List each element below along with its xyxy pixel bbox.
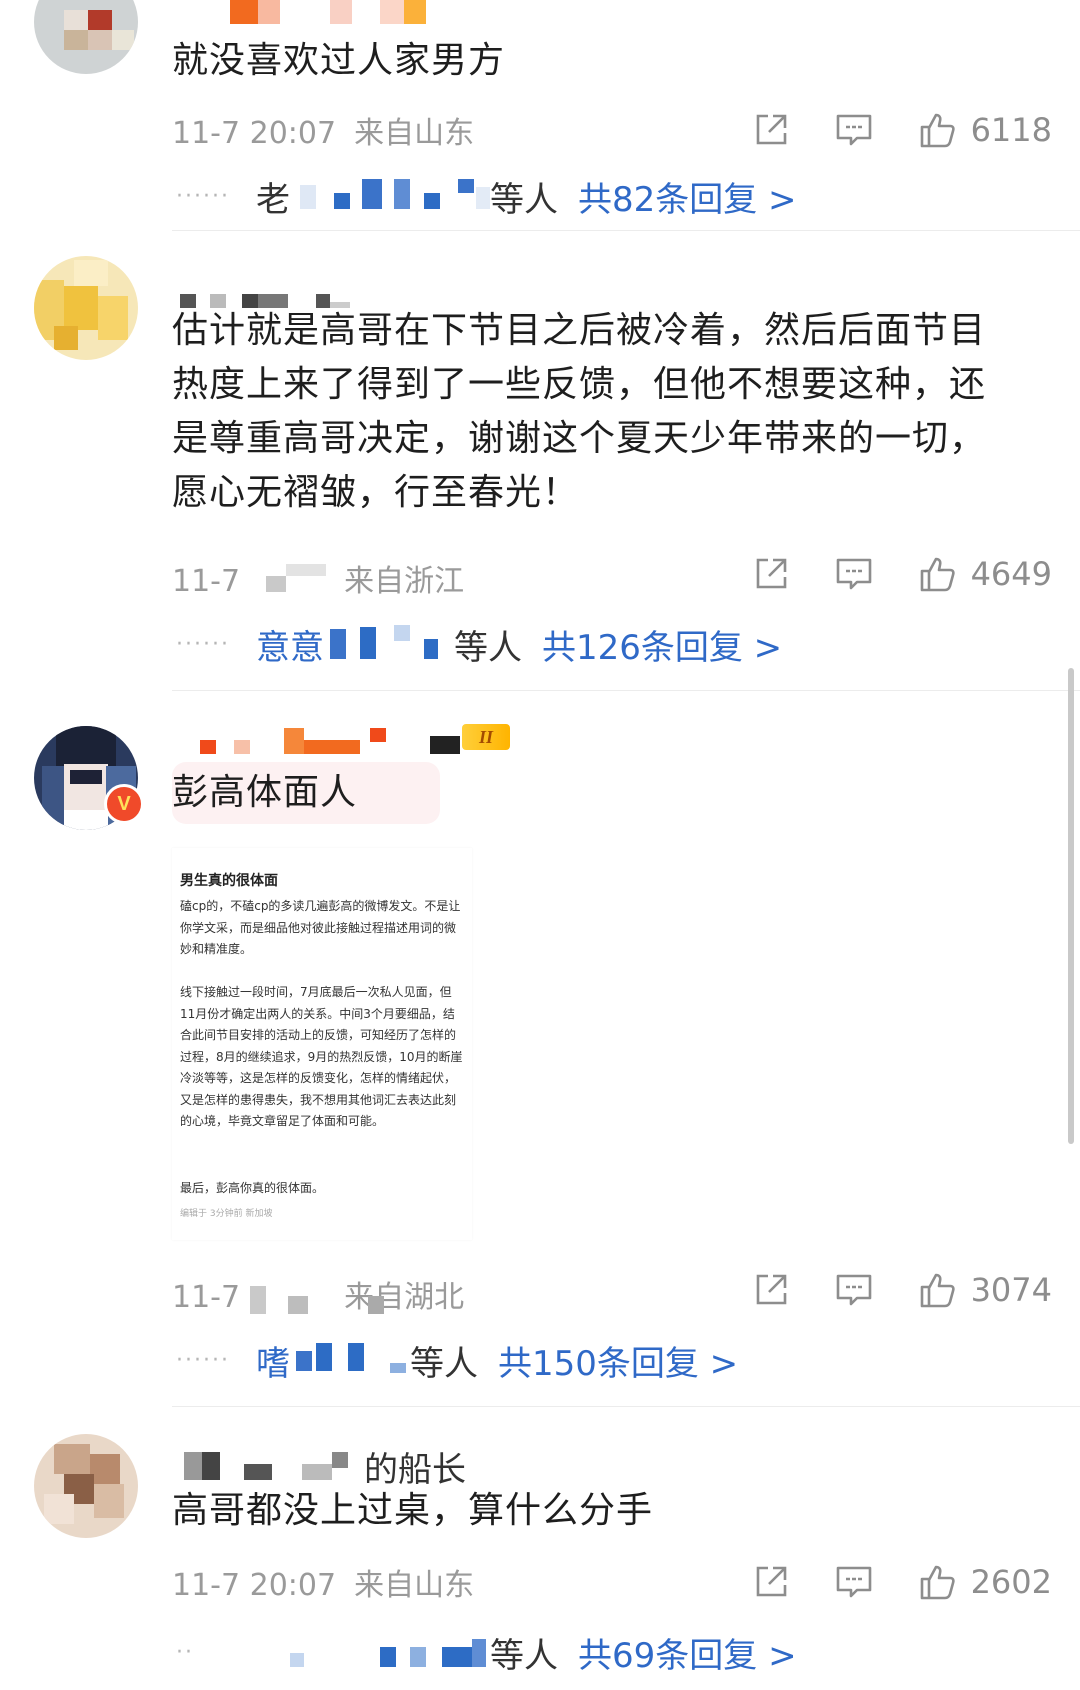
share-button[interactable] (753, 1272, 789, 1308)
reply-user-prefix: 嗜 (255, 1344, 290, 1384)
more-dots: ······ (176, 1348, 230, 1373)
avatar[interactable] (34, 1434, 138, 1538)
divider (172, 230, 1080, 231)
like-button[interactable]: 2602 (919, 1563, 1052, 1601)
reply-button[interactable] (835, 1564, 873, 1600)
comment-icon (836, 1274, 871, 1306)
reply-users-suffix: 等人 (489, 180, 558, 220)
avatar[interactable] (34, 256, 138, 360)
comment-time: 11-7 (172, 1280, 241, 1315)
replies-preview[interactable]: ······ 老 等人 共82条回复 > (176, 172, 797, 221)
view-replies-link[interactable]: 共150条回复 > (498, 1336, 738, 1385)
comment-text: 高哥都没上过桌，算什么分手 (172, 1490, 654, 1531)
comment-icon (836, 558, 871, 590)
reply-user-prefix: 老 (255, 180, 290, 220)
share-button[interactable] (753, 1564, 789, 1600)
like-count: 6118 (970, 111, 1052, 149)
image-paragraph: 线下接触过一段时间，7月底最后一次私人见面，但11月份才确定出两人的关系。中间3… (180, 985, 463, 1128)
like-count: 4649 (970, 555, 1052, 593)
comment-actions: 2602 (707, 1560, 1052, 1604)
view-replies-link[interactable]: 共82条回复 > (578, 172, 797, 221)
comment-icon (836, 1566, 871, 1598)
scrollbar[interactable] (1068, 668, 1074, 1144)
more-dots: ·· (176, 1640, 194, 1665)
image-edited-note: 编辑于 3分钟前 新加坡 (180, 1209, 273, 1219)
reply-button[interactable] (835, 1272, 873, 1308)
comment-icon (836, 114, 871, 146)
divider (172, 690, 1080, 691)
more-dots: ······ (176, 632, 230, 657)
reply-users-redacted (220, 1633, 490, 1673)
share-icon (756, 1566, 786, 1597)
comment-time: 11-7 20:07 (172, 1568, 337, 1603)
reply-button[interactable] (835, 112, 873, 148)
like-button[interactable]: 3074 (919, 1271, 1052, 1309)
like-count: 3074 (970, 1271, 1052, 1309)
share-icon (756, 114, 786, 145)
reply-button[interactable] (835, 556, 873, 592)
username-redacted[interactable] (184, 1448, 364, 1482)
verified-badge: V (104, 784, 144, 824)
reply-users-redacted (290, 1341, 410, 1381)
reply-users-redacted (324, 624, 454, 665)
comment-text: 估计就是高哥在下节目之后被冷着，然后后面节目热度上来了得到了一些反馈，但他不想要… (172, 310, 987, 513)
comment-location: 来自浙江 (344, 564, 465, 599)
thumbs-up-icon (920, 1565, 955, 1600)
comment-actions: 3074 (707, 1268, 1052, 1312)
comment-image[interactable]: 男生真的很体面 磕cp的，不磕cp的多读几遍彭高的微博发文。不是让你学文采，而是… (172, 848, 472, 1240)
view-replies-link[interactable]: 共126条回复 > (542, 620, 782, 669)
more-dots: ······ (176, 184, 230, 209)
avatar[interactable] (34, 0, 138, 74)
comment-text: 就没喜欢过人家男方 (172, 40, 506, 81)
reply-users-suffix: 等人 (490, 1636, 558, 1676)
like-button[interactable]: 4649 (919, 555, 1052, 593)
reply-users-redacted (290, 177, 490, 217)
share-icon (756, 1274, 786, 1305)
comment-location: 来自山东 (354, 116, 475, 151)
like-count: 2602 (970, 1563, 1052, 1601)
replies-preview[interactable]: ·· 等人 共69条回复 > (176, 1628, 797, 1677)
share-button[interactable] (753, 556, 789, 592)
comment-time: 11-7 20:07 (172, 116, 337, 151)
share-icon (756, 558, 786, 589)
level-badge: II (462, 724, 510, 750)
image-title: 男生真的很体面 (180, 873, 278, 889)
comment-meta: 11-7 20:07 来自山东 (172, 108, 474, 152)
comment-location: 来自山东 (354, 1568, 475, 1603)
username-redacted[interactable] (230, 0, 430, 26)
view-replies-link[interactable]: 共69条回复 > (578, 1628, 797, 1677)
thumbs-up-icon (920, 557, 955, 592)
replies-preview[interactable]: ······ 意意 等人 共126条回复 > (176, 620, 782, 669)
like-button[interactable]: 6118 (919, 111, 1052, 149)
replies-preview[interactable]: ······ 嗜 等人 共150条回复 > (176, 1336, 738, 1385)
comment-time: 11-7 (172, 564, 241, 599)
reply-user-prefix: 意意 (255, 628, 324, 668)
thumbs-up-icon (920, 113, 955, 148)
image-paragraph: 磕cp的，不磕cp的多读几遍彭高的微博发文。不是让你学文采，而是细品他对彼此接触… (180, 899, 461, 956)
comment-actions: 4649 (707, 552, 1052, 596)
share-button[interactable] (753, 112, 789, 148)
time-redacted (248, 1282, 398, 1318)
divider (172, 1406, 1080, 1407)
username-redacted[interactable] (200, 728, 460, 756)
comment-text: 彭高体面人 (172, 772, 358, 813)
time-redacted (262, 558, 332, 594)
reply-users-suffix: 等人 (453, 628, 522, 668)
image-paragraph: 最后，彭高你真的很体面。 (180, 1181, 325, 1195)
comment-actions: 6118 (707, 108, 1052, 152)
thumbs-up-icon (920, 1273, 955, 1308)
comment-meta: 11-7 20:07 来自山东 (172, 1560, 474, 1604)
reply-users-suffix: 等人 (409, 1344, 478, 1384)
